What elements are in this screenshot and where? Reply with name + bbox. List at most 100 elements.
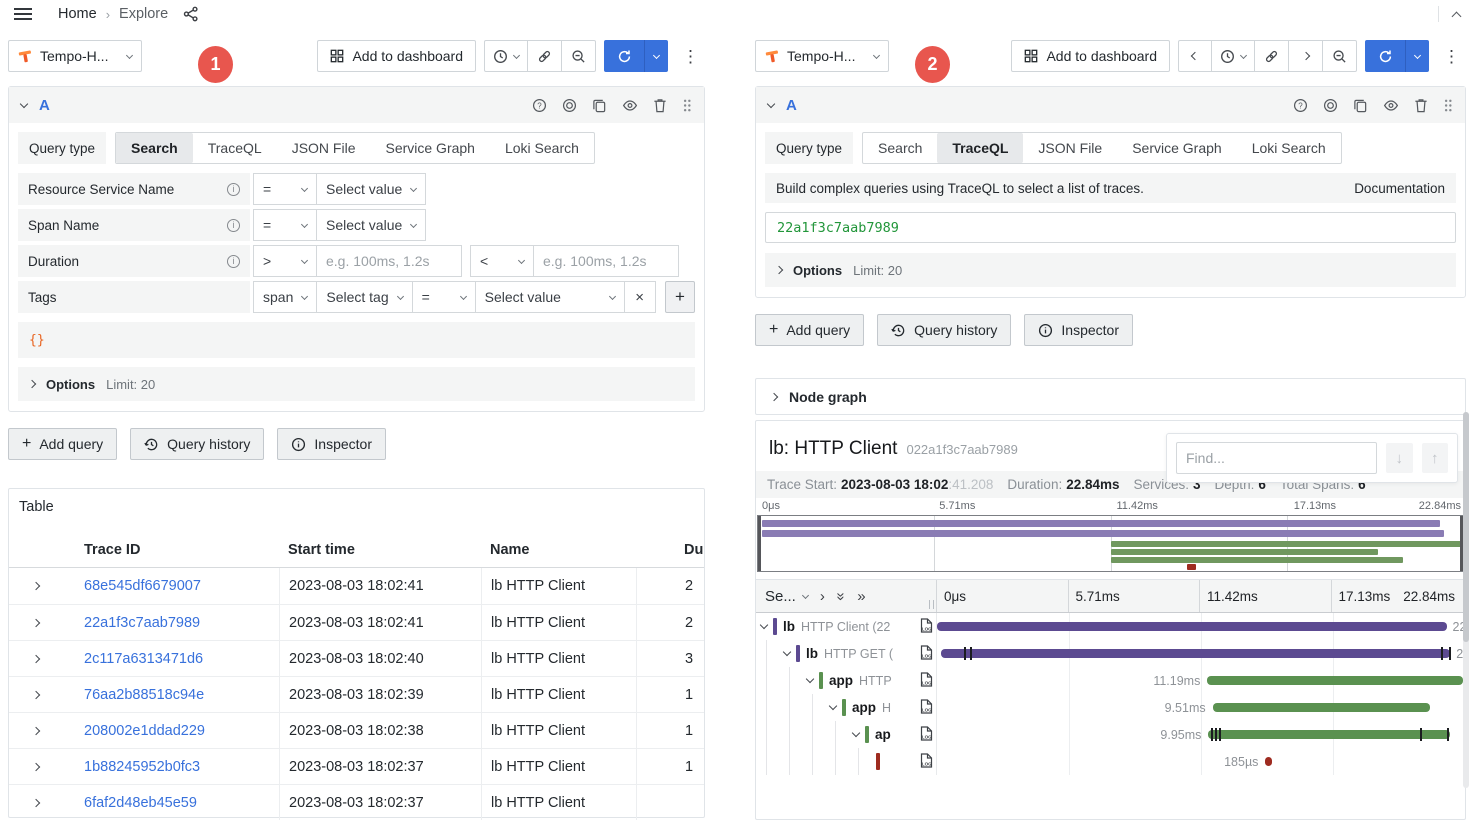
breadcrumb-home[interactable]: Home bbox=[58, 6, 97, 22]
span-row[interactable]: lbHTTP Client (22LOG22 bbox=[756, 613, 1465, 640]
column-resize-grip[interactable] bbox=[929, 600, 934, 609]
add-query-button[interactable]: + Add query bbox=[755, 314, 864, 346]
find-prev-button[interactable]: ↑ bbox=[1422, 443, 1449, 473]
find-next-button[interactable]: ↓ bbox=[1386, 443, 1413, 473]
share-icon[interactable] bbox=[183, 6, 199, 22]
tab-json-file[interactable]: JSON File bbox=[1023, 133, 1117, 163]
col-name[interactable]: Name bbox=[481, 532, 636, 567]
span-bar[interactable] bbox=[1213, 703, 1430, 712]
span-collapse-icon[interactable] bbox=[829, 702, 837, 710]
documentation-link[interactable]: Documentation bbox=[1354, 181, 1445, 196]
row-expander[interactable] bbox=[9, 641, 57, 676]
breadcrumb-explore[interactable]: Explore bbox=[119, 6, 168, 22]
duration-min-input[interactable] bbox=[316, 245, 462, 277]
help-icon[interactable]: ? bbox=[532, 98, 547, 113]
trace-minimap[interactable] bbox=[757, 515, 1464, 572]
tab-loki-search[interactable]: Loki Search bbox=[1237, 133, 1341, 163]
datasource-picker[interactable]: Tempo-H... bbox=[755, 40, 889, 72]
remove-query-icon[interactable] bbox=[1414, 98, 1428, 113]
refresh-icon[interactable] bbox=[1365, 40, 1405, 72]
duration-max-op-select[interactable]: < bbox=[470, 245, 534, 277]
disable-query-icon[interactable] bbox=[1323, 98, 1338, 113]
refresh-icon[interactable] bbox=[604, 40, 644, 72]
inspector-button[interactable]: Inspector bbox=[1024, 314, 1133, 346]
span-bar[interactable] bbox=[1208, 730, 1450, 739]
add-query-button[interactable]: + Add query bbox=[8, 428, 117, 460]
col-trace-id[interactable]: Trace ID bbox=[57, 532, 279, 567]
row-expander[interactable] bbox=[9, 605, 57, 640]
time-range-button[interactable] bbox=[1212, 40, 1255, 72]
add-to-dashboard-button[interactable]: Add to dashboard bbox=[1011, 40, 1170, 72]
span-bar[interactable] bbox=[941, 649, 1450, 658]
tag-op-select[interactable]: = bbox=[412, 281, 476, 313]
row-expander[interactable] bbox=[9, 713, 57, 748]
span-logs-icon[interactable]: LOG bbox=[920, 618, 933, 633]
span-bar[interactable] bbox=[1207, 676, 1463, 685]
tab-search[interactable]: Search bbox=[863, 133, 937, 163]
run-query-button[interactable] bbox=[604, 40, 668, 72]
trace-id-link[interactable]: 22a1f3c7aab7989 bbox=[84, 615, 200, 631]
service-column-select[interactable]: Se... bbox=[765, 588, 808, 605]
span-collapse-icon[interactable] bbox=[806, 675, 814, 683]
col-duration[interactable]: Dura bbox=[636, 532, 704, 567]
span-collapse-icon[interactable] bbox=[852, 729, 860, 737]
span-row[interactable]: appHLOG9.51ms bbox=[756, 694, 1465, 721]
query-history-button[interactable]: Query history bbox=[877, 314, 1011, 346]
link-split-button[interactable] bbox=[1255, 40, 1289, 72]
tab-service-graph[interactable]: Service Graph bbox=[1117, 133, 1236, 163]
service-value-select[interactable]: Select value bbox=[316, 173, 426, 205]
tab-service-graph[interactable]: Service Graph bbox=[370, 133, 489, 163]
duration-min-op-select[interactable]: > bbox=[253, 245, 317, 277]
tab-traceql[interactable]: TraceQL bbox=[937, 133, 1023, 163]
expand-one-icon[interactable]: › bbox=[820, 589, 825, 604]
add-to-dashboard-button[interactable]: Add to dashboard bbox=[317, 40, 476, 72]
tab-json-file[interactable]: JSON File bbox=[277, 133, 371, 163]
query-row-header[interactable]: A ? bbox=[756, 87, 1465, 123]
zoom-out-button[interactable] bbox=[562, 40, 596, 72]
help-icon[interactable]: ? bbox=[1293, 98, 1308, 113]
tag-name-select[interactable]: Select tag bbox=[316, 281, 412, 313]
run-query-caret[interactable] bbox=[1405, 40, 1429, 72]
tag-value-select[interactable]: Select value bbox=[475, 281, 625, 313]
query-row-header[interactable]: A ? bbox=[9, 87, 704, 123]
expand-all-icon[interactable]: » bbox=[857, 589, 865, 604]
time-range-button[interactable] bbox=[484, 40, 528, 72]
col-start-time[interactable]: Start time bbox=[279, 532, 481, 567]
options-collapse[interactable]: Options Limit: 20 bbox=[765, 253, 1456, 287]
menu-icon[interactable] bbox=[14, 8, 32, 20]
tab-loki-search[interactable]: Loki Search bbox=[490, 133, 594, 163]
span-bar[interactable] bbox=[937, 622, 1447, 631]
span-row[interactable]: lbHTTP GET (LOG22 bbox=[756, 640, 1465, 667]
trace-id-link[interactable]: 208002e1ddad229 bbox=[84, 723, 205, 739]
query-history-button[interactable]: Query history bbox=[130, 428, 264, 460]
span-row[interactable]: apLOG9.95ms bbox=[756, 721, 1465, 748]
row-expander[interactable] bbox=[9, 749, 57, 784]
link-split-button[interactable] bbox=[528, 40, 562, 72]
row-expander[interactable] bbox=[9, 568, 57, 604]
span-op-select[interactable]: = bbox=[253, 209, 317, 241]
drag-handle-icon[interactable] bbox=[682, 98, 692, 113]
trace-id-link[interactable]: 68e545df6679007 bbox=[84, 578, 201, 594]
node-graph-panel[interactable]: Node graph bbox=[755, 378, 1466, 415]
duplicate-query-icon[interactable] bbox=[592, 98, 607, 113]
row-expander[interactable] bbox=[9, 785, 57, 820]
span-bar[interactable] bbox=[1265, 757, 1272, 766]
service-op-select[interactable]: = bbox=[253, 173, 317, 205]
span-logs-icon[interactable]: LOG bbox=[920, 726, 933, 741]
run-query-button[interactable] bbox=[1365, 40, 1429, 72]
span-logs-icon[interactable]: LOG bbox=[920, 672, 933, 687]
span-collapse-icon[interactable] bbox=[783, 648, 791, 656]
kebab-menu-icon[interactable]: ⋮ bbox=[1437, 44, 1466, 69]
hide-response-icon[interactable] bbox=[622, 98, 638, 113]
collapse-all-icon[interactable]: » bbox=[834, 592, 849, 600]
options-collapse[interactable]: Options Limit: 20 bbox=[18, 367, 695, 401]
minimap-drag-handle[interactable] bbox=[758, 516, 761, 571]
span-collapse-icon[interactable] bbox=[760, 621, 768, 629]
trace-id-link[interactable]: 1b88245952b0fc3 bbox=[84, 759, 200, 775]
time-shift-forward-button[interactable] bbox=[1289, 40, 1323, 72]
traceql-editor[interactable]: 22a1f3c7aab7989 bbox=[765, 212, 1456, 243]
duplicate-query-icon[interactable] bbox=[1353, 98, 1368, 113]
inspector-button[interactable]: Inspector bbox=[277, 428, 386, 460]
span-logs-icon[interactable]: LOG bbox=[920, 699, 933, 714]
zoom-out-button[interactable] bbox=[1323, 40, 1357, 72]
